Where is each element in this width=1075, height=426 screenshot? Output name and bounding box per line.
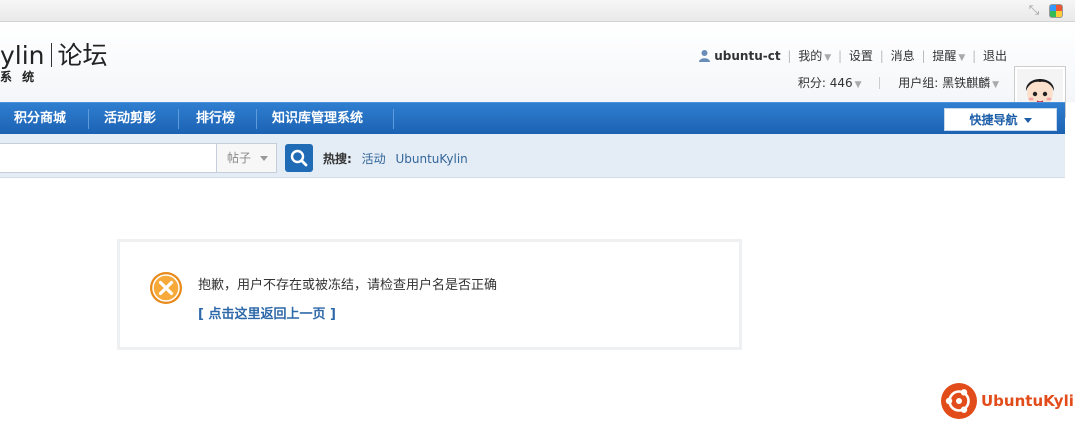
search-bar: 帖子 热搜: 活动 UbuntuKylin: [0, 134, 1065, 178]
go-back-link[interactable]: [ 点击这里返回上一页 ]: [198, 303, 336, 322]
browser-toolbar: ⤡: [0, 0, 1075, 22]
search-input[interactable]: [0, 143, 217, 173]
username-link[interactable]: ubuntu-ct: [714, 49, 780, 63]
separator: |: [921, 49, 926, 63]
nav-item-points-mall[interactable]: 积分商城: [14, 103, 66, 135]
nav-divider: [393, 109, 394, 129]
nav-divider: [88, 109, 89, 129]
logo-left-text: ylin: [0, 41, 45, 70]
quick-nav-button[interactable]: 快捷导航: [944, 108, 1057, 131]
chevron-down-icon: [1023, 118, 1032, 123]
nav-divider: [256, 109, 257, 129]
user-group-link[interactable]: 用户组: 黑铁麒麟: [898, 76, 990, 90]
messages-link[interactable]: 消息: [891, 49, 915, 63]
search-icon: [290, 149, 308, 167]
separator: |: [879, 49, 884, 63]
search-button[interactable]: [285, 144, 313, 172]
error-message-text: 抱歉，用户不存在或被冻结，请检查用户名是否正确: [198, 278, 498, 293]
user-stats: 积分: 446 ▼ 用户组: 黑铁麒麟 ▼: [798, 76, 999, 92]
nav-item-leaderboard[interactable]: 排行榜: [196, 103, 235, 135]
logout-link[interactable]: 退出: [983, 49, 1007, 63]
error-x-icon: [150, 272, 182, 304]
shrink-arrows-icon[interactable]: ⤡: [1027, 4, 1041, 18]
quick-nav-label: 快捷导航: [969, 113, 1018, 127]
notifications-link[interactable]: 提醒: [932, 49, 956, 63]
nav-item-knowledge-base[interactable]: 知识库管理系统: [272, 103, 363, 135]
settings-link[interactable]: 设置: [849, 49, 873, 63]
logo-divider: [50, 43, 52, 67]
chevron-down-icon: ▼: [854, 80, 862, 90]
logo-subtitle: 系 统: [0, 70, 38, 84]
hot-label: 热搜:: [323, 152, 352, 166]
logo-right-text: 论坛: [57, 41, 108, 70]
color-picker-icon[interactable]: [1049, 4, 1063, 18]
separator: |: [838, 49, 843, 63]
site-logo[interactable]: ylin 论坛: [0, 36, 108, 72]
hot-link-activity[interactable]: 活动: [362, 152, 386, 166]
my-link[interactable]: 我的: [798, 49, 822, 63]
hot-link-ubuntukylin[interactable]: UbuntuKylin: [395, 152, 467, 166]
chevron-down-icon: [260, 156, 269, 161]
user-icon: [699, 50, 711, 62]
divider: [879, 77, 881, 89]
error-message-box: 抱歉，用户不存在或被冻结，请检查用户名是否正确 [ 点击这里返回上一页 ]: [117, 239, 742, 350]
footer-brand-text: UbuntuKylin: [981, 392, 1075, 410]
footer-logo[interactable]: UbuntuKylin: [940, 382, 1075, 422]
nav-divider: [178, 109, 179, 129]
separator: |: [787, 49, 792, 63]
chevron-down-icon: ▼: [824, 53, 832, 63]
site-header: ylin 论坛 系 统 ubuntu-ct | 我的 ▼ | 设置 | 消息 | 提…: [0, 22, 1075, 118]
points-link[interactable]: 积分: 446: [798, 76, 853, 90]
search-type-label: 帖子: [227, 151, 252, 165]
chevron-down-icon: ▼: [992, 80, 999, 90]
ubuntukylin-logo-icon: [941, 383, 977, 419]
search-type-select[interactable]: 帖子: [216, 143, 277, 173]
user-bar: ubuntu-ct | 我的 ▼ | 设置 | 消息 | 提醒 ▼ | 退出: [698, 49, 1007, 65]
separator: |: [972, 49, 977, 63]
hot-searches: 热搜: 活动 UbuntuKylin: [323, 150, 468, 167]
nav-item-event-photos[interactable]: 活动剪影: [104, 103, 156, 135]
chevron-down-icon: ▼: [958, 53, 966, 63]
main-nav: 积分商城 活动剪影 排行榜 知识库管理系统 快捷导航: [0, 102, 1065, 134]
